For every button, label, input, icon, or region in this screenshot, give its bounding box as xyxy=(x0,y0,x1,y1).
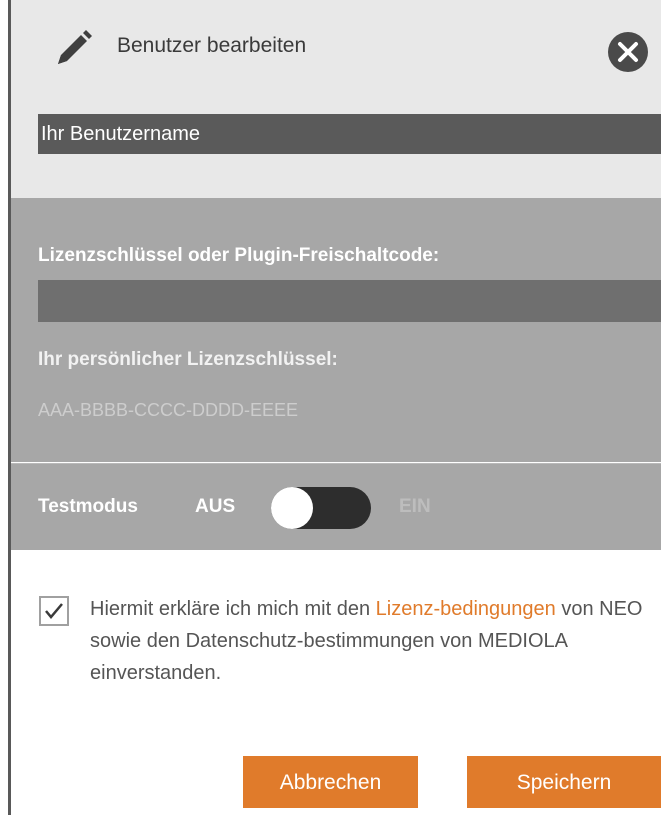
save-button[interactable]: Speichern xyxy=(467,756,661,808)
cancel-button[interactable]: Abbrechen xyxy=(243,756,418,808)
consent-checkbox[interactable] xyxy=(39,596,69,626)
dialog-title: Benutzer bearbeiten xyxy=(117,34,307,57)
personal-license-value: AAA-BBBB-CCCC-DDDD-EEEE xyxy=(38,400,299,420)
test-mode-section: Testmodus AUS EIN xyxy=(11,464,661,550)
personal-license-label: Ihr persönlicher Lizenzschlüssel: xyxy=(38,349,338,370)
checkmark-icon xyxy=(45,603,63,619)
username-field[interactable]: Ihr Benutzername xyxy=(38,114,661,154)
consent-text-before: Hiermit erkläre ich mich mit den xyxy=(90,598,376,620)
pencil-icon xyxy=(50,28,98,72)
test-mode-toggle[interactable] xyxy=(271,487,371,529)
license-key-input[interactable] xyxy=(38,280,661,322)
dialog-header: Benutzer bearbeiten xyxy=(11,0,661,198)
test-mode-off-label: AUS xyxy=(195,496,236,517)
close-icon[interactable] xyxy=(608,32,648,72)
consent-section: Hiermit erkläre ich mich mit den Lizenz-… xyxy=(11,550,661,815)
consent-text: Hiermit erkläre ich mich mit den Lizenz-… xyxy=(90,593,650,689)
test-mode-label: Testmodus xyxy=(38,496,138,517)
license-key-label: Lizenzschlüssel oder Plugin-Freischaltco… xyxy=(38,245,440,266)
username-value: Ihr Benutzername xyxy=(41,123,200,145)
edit-user-dialog: Benutzer bearbeiten Ihr Benutzername Liz… xyxy=(0,0,661,815)
test-mode-on-label: EIN xyxy=(399,496,431,517)
license-section: Lizenzschlüssel oder Plugin-Freischaltco… xyxy=(11,198,661,462)
license-terms-link[interactable]: Lizenz-bedingungen xyxy=(376,598,556,620)
toggle-knob xyxy=(271,487,313,529)
dialog-left-border xyxy=(0,0,11,815)
